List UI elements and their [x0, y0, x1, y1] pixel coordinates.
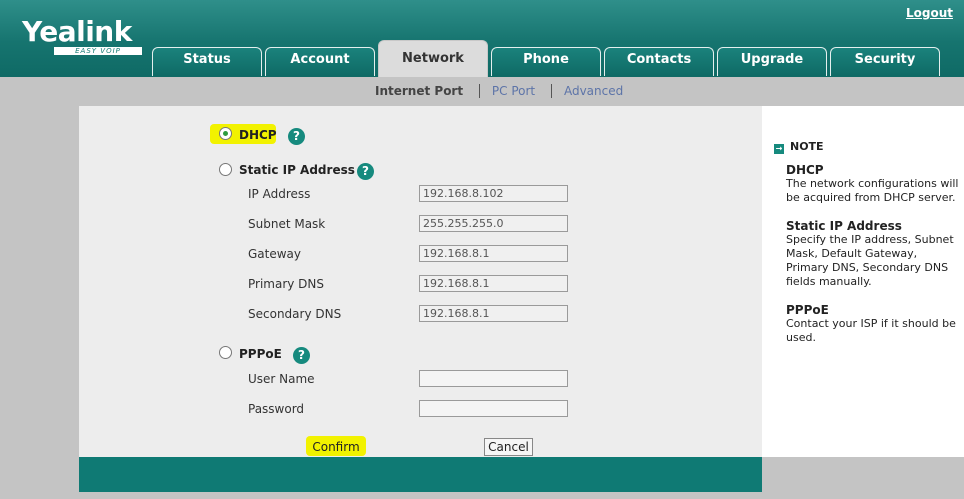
static-ip-label: Static IP Address [239, 163, 355, 177]
secondary-dns-input[interactable] [419, 305, 568, 322]
ip-address-label: IP Address [248, 187, 311, 201]
gateway-label: Gateway [248, 247, 302, 261]
subnav-advanced[interactable]: Advanced [550, 84, 635, 98]
cancel-button[interactable]: Cancel [484, 438, 533, 456]
tab-network[interactable]: Network [378, 40, 488, 77]
logout-link[interactable]: Logout [906, 6, 953, 20]
header-bar: Yealink EASY VOIP Logout Status Account … [0, 0, 964, 77]
pppoe-help-icon[interactable]: ? [293, 347, 310, 364]
username-label: User Name [248, 372, 315, 386]
ip-address-input[interactable] [419, 185, 568, 202]
arrow-icon: → [774, 144, 784, 154]
secondary-dns-label: Secondary DNS [248, 307, 342, 321]
primary-dns-label: Primary DNS [248, 277, 325, 291]
sub-navigation: Internet Port PC Port Advanced [0, 77, 964, 106]
subnav-internet-port[interactable]: Internet Port [375, 84, 475, 98]
gateway-input[interactable] [419, 245, 568, 262]
primary-dns-input[interactable] [419, 275, 568, 292]
static-ip-radio[interactable] [219, 163, 232, 176]
dhcp-label: DHCP [239, 128, 277, 142]
note-pppoe-title: PPPoE [786, 303, 829, 317]
dhcp-help-icon[interactable]: ? [288, 128, 305, 145]
note-dhcp-text: The network configurations will be acqui… [786, 177, 959, 204]
note-static-ip-text: Specify the IP address, Subnet Mask, Def… [786, 233, 954, 288]
tab-upgrade[interactable]: Upgrade [717, 47, 827, 76]
pppoe-radio[interactable] [219, 346, 232, 359]
logo-wordmark: Yealink [22, 15, 132, 48]
note-dhcp-title: DHCP [786, 163, 824, 177]
note-pppoe-text: Contact your ISP if it should be used. [786, 317, 956, 344]
tab-phone[interactable]: Phone [491, 47, 601, 76]
tab-security[interactable]: Security [830, 47, 940, 76]
pppoe-label: PPPoE [239, 347, 282, 361]
yealink-logo: Yealink EASY VOIP [22, 15, 142, 55]
confirm-button[interactable]: Confirm [310, 438, 362, 456]
tab-status[interactable]: Status [152, 47, 262, 76]
note-dhcp: DHCP The network configurations will be … [786, 163, 960, 205]
left-gutter [0, 106, 79, 457]
note-heading: → NOTE [774, 140, 824, 154]
note-static-ip-title: Static IP Address [786, 219, 902, 233]
note-pppoe: PPPoE Contact your ISP if it should be u… [786, 303, 960, 345]
subnav-pc-port[interactable]: PC Port [478, 84, 547, 98]
note-heading-text: NOTE [790, 140, 824, 153]
note-static-ip: Static IP Address Specify the IP address… [786, 219, 960, 289]
dhcp-radio[interactable] [219, 127, 232, 140]
static-ip-help-icon[interactable]: ? [357, 163, 374, 180]
subnet-mask-input[interactable] [419, 215, 568, 232]
username-input[interactable] [419, 370, 568, 387]
footer-bar [79, 457, 762, 492]
password-label: Password [248, 402, 305, 416]
tab-contacts[interactable]: Contacts [604, 47, 714, 76]
subnet-mask-label: Subnet Mask [248, 217, 326, 231]
tab-account[interactable]: Account [265, 47, 375, 76]
logo-tagline: EASY VOIP [54, 47, 142, 55]
password-input[interactable] [419, 400, 568, 417]
